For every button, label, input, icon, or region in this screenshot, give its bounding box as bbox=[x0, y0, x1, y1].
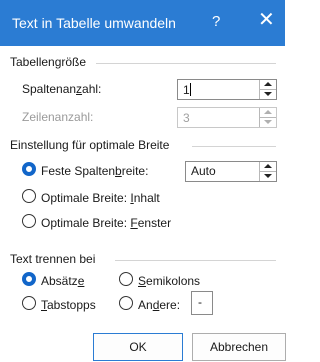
columns-spinner[interactable]: 1 bbox=[177, 79, 277, 100]
autofit-contents-radio[interactable] bbox=[22, 189, 36, 203]
autofit-window-radio[interactable] bbox=[22, 214, 36, 228]
semicolons-radio[interactable] bbox=[119, 272, 133, 286]
fixed-width-increment-button[interactable] bbox=[260, 162, 276, 172]
arrow-up-icon bbox=[264, 110, 272, 114]
columns-decrement-button[interactable] bbox=[260, 90, 276, 99]
arrow-up-icon bbox=[264, 164, 272, 168]
paragraphs-label: Absätze bbox=[41, 274, 85, 288]
paragraphs-radio[interactable] bbox=[22, 272, 36, 286]
rows-label: Zeilenanzahl: bbox=[22, 110, 94, 124]
table-size-group-label: Tabellengröße bbox=[10, 55, 87, 69]
group-divider bbox=[115, 260, 276, 261]
fixed-width-decrement-button[interactable] bbox=[260, 172, 276, 181]
rows-value: 3 bbox=[183, 111, 190, 125]
cancel-button[interactable]: Abbrechen bbox=[192, 333, 286, 361]
close-icon[interactable]: ✕ bbox=[258, 10, 275, 30]
fixed-width-value[interactable]: Auto bbox=[191, 164, 216, 178]
rows-increment-button bbox=[260, 108, 276, 118]
arrow-down-icon bbox=[264, 120, 272, 124]
autofit-contents-label: Optimale Breite: Inhalt bbox=[41, 191, 160, 205]
arrow-down-icon bbox=[264, 92, 272, 96]
text-cursor bbox=[190, 83, 191, 96]
columns-increment-button[interactable] bbox=[260, 80, 276, 90]
spinner-buttons bbox=[259, 108, 276, 127]
dialog-title: Text in Tabelle umwandeln bbox=[12, 15, 176, 31]
columns-label: Spaltenanzahl: bbox=[22, 82, 102, 96]
rows-decrement-button bbox=[260, 118, 276, 127]
fixed-width-radio[interactable] bbox=[22, 162, 36, 176]
ok-button[interactable]: OK bbox=[93, 333, 183, 361]
arrow-down-icon bbox=[264, 174, 272, 178]
spinner-buttons bbox=[259, 80, 276, 99]
rows-spinner: 3 bbox=[177, 107, 277, 128]
tabs-radio[interactable] bbox=[22, 296, 36, 310]
other-separator-input[interactable]: - bbox=[191, 291, 213, 315]
fixed-width-spinner[interactable]: Auto bbox=[185, 161, 277, 182]
spinner-buttons bbox=[259, 162, 276, 181]
title-bar: Text in Tabelle umwandeln ? ✕ bbox=[0, 0, 285, 46]
convert-text-to-table-dialog: Text in Tabelle umwandeln ? ✕ Tabellengr… bbox=[0, 0, 286, 362]
other-label: Andere: bbox=[138, 298, 181, 312]
arrow-up-icon bbox=[264, 82, 272, 86]
other-radio[interactable] bbox=[119, 296, 133, 310]
group-divider bbox=[96, 63, 276, 64]
other-separator-value[interactable]: - bbox=[198, 295, 202, 309]
separate-group-label: Text trennen bei bbox=[10, 252, 96, 266]
autofit-group-label: Einstellung für optimale Breite bbox=[10, 138, 170, 152]
help-button[interactable]: ? bbox=[212, 13, 220, 30]
autofit-window-label: Optimale Breite: Fenster bbox=[41, 216, 172, 230]
fixed-width-label: Feste Spaltenbreite: bbox=[41, 164, 149, 178]
group-divider bbox=[192, 146, 276, 147]
semicolons-label: Semikolons bbox=[138, 274, 201, 288]
columns-value[interactable]: 1 bbox=[183, 83, 190, 97]
tabs-label: Tabstopps bbox=[41, 298, 96, 312]
